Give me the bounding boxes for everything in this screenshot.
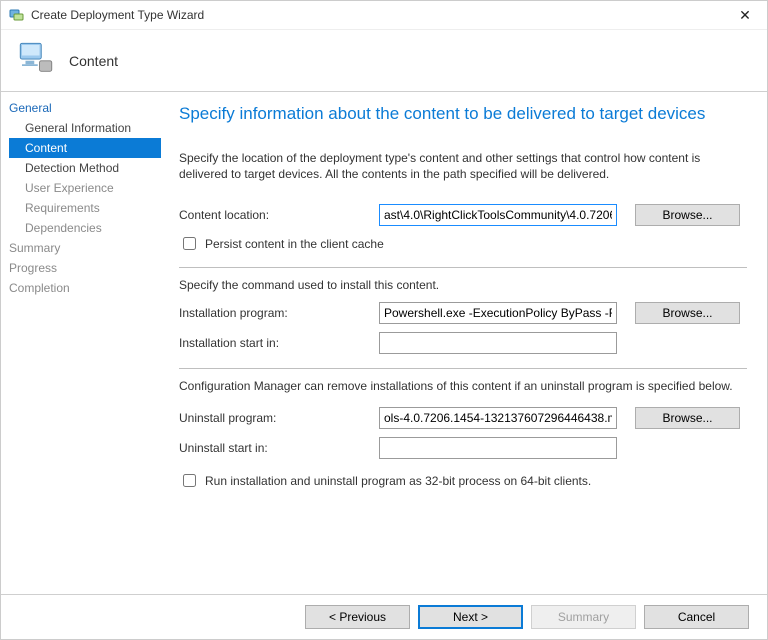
sidebar-item-user-experience[interactable]: User Experience [9,178,161,198]
install-program-input[interactable] [379,302,617,324]
sidebar-item-content[interactable]: Content [9,138,161,158]
content-location-label: Content location: [179,208,379,222]
install-start-label: Installation start in: [179,336,379,350]
uninstall-program-label: Uninstall program: [179,411,379,425]
uninstall-help-text: Configuration Manager can remove install… [179,379,747,393]
run32-checkbox-row[interactable]: Run installation and uninstall program a… [179,471,747,490]
cancel-button[interactable]: Cancel [644,605,749,629]
install-program-label: Installation program: [179,306,379,320]
banner: Content [1,29,767,92]
uninstall-start-input[interactable] [379,437,617,459]
uninstall-program-browse-button[interactable]: Browse... [635,407,740,429]
sidebar-item-general-information[interactable]: General Information [9,118,161,138]
uninstall-start-label: Uninstall start in: [179,441,379,455]
banner-computer-icon [15,38,57,83]
sidebar-item-progress[interactable]: Progress [9,258,161,278]
help-text: Specify the location of the deployment t… [179,150,747,182]
persist-label: Persist content in the client cache [205,237,384,251]
persist-checkbox-row[interactable]: Persist content in the client cache [179,234,747,253]
uninstall-program-input[interactable] [379,407,617,429]
main-panel: Specify information about the content to… [161,92,767,594]
sidebar-item-detection-method[interactable]: Detection Method [9,158,161,178]
sidebar-item-summary[interactable]: Summary [9,238,161,258]
banner-step-title: Content [69,53,118,69]
content-location-input[interactable] [379,204,617,226]
run32-checkbox[interactable] [183,474,196,487]
sidebar-item-completion[interactable]: Completion [9,278,161,298]
install-program-browse-button[interactable]: Browse... [635,302,740,324]
footer: < Previous Next > Summary Cancel [1,594,767,639]
summary-button: Summary [531,605,636,629]
install-section-text: Specify the command used to install this… [179,278,747,292]
window-title: Create Deployment Type Wizard [31,8,731,22]
sidebar-item-requirements[interactable]: Requirements [9,198,161,218]
sidebar-item-dependencies[interactable]: Dependencies [9,218,161,238]
next-button[interactable]: Next > [418,605,523,629]
close-icon[interactable]: ✕ [731,7,759,24]
page-title: Specify information about the content to… [179,104,747,124]
previous-button[interactable]: < Previous [305,605,410,629]
title-bar: Create Deployment Type Wizard ✕ [1,1,767,29]
content-location-browse-button[interactable]: Browse... [635,204,740,226]
sidebar-item-general[interactable]: General [9,98,161,118]
install-start-input[interactable] [379,332,617,354]
divider [179,267,747,268]
app-icon [9,7,25,23]
wizard-sidebar: General General Information Content Dete… [1,92,161,594]
run32-label: Run installation and uninstall program a… [205,474,591,488]
divider [179,368,747,369]
persist-checkbox[interactable] [183,237,196,250]
